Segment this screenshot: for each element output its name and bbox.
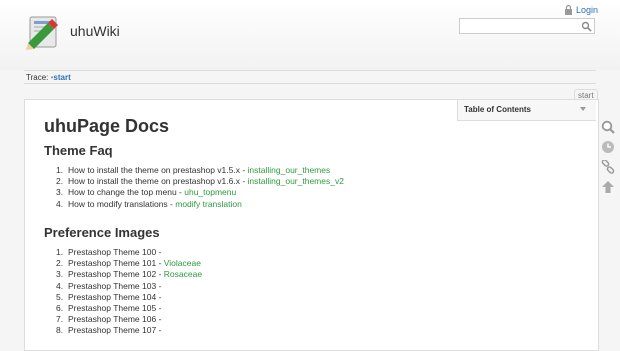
header-divider: [24, 70, 596, 71]
list-item: 2. How to install the theme on prestashop…: [56, 176, 344, 187]
list-item: 7. Prestashop Theme 106 -: [56, 314, 162, 325]
breadcrumb-link-start[interactable]: start: [53, 73, 70, 82]
page-title: uhuPage Docs: [44, 116, 170, 136]
list-item: 4. Prestashop Theme 103 -: [56, 280, 162, 291]
list-item: 1. Prestashop Theme 100 -: [56, 247, 162, 257]
link-installing-our-themes-v2[interactable]: installing_our_themes_v2: [248, 176, 344, 186]
section-heading-preference-images: Preference Images: [44, 225, 160, 240]
list-item: 1. How to install the theme on prestashop…: [56, 165, 331, 175]
list-item: 5. Prestashop Theme 104 -: [56, 291, 162, 302]
list-item: 3. How to change the top menu - uhu_topme…: [56, 187, 237, 198]
login-label: Login: [576, 5, 599, 15]
backlinks-icon[interactable]: [601, 160, 615, 174]
wiki-logo-icon[interactable]: [24, 13, 62, 51]
toc-toggle-icon[interactable]: [580, 107, 586, 111]
list-item: 2. Prestashop Theme 101 - Violaceae: [56, 258, 201, 269]
list-item: 4. How to modify translations - modify tr…: [56, 198, 242, 209]
search-input[interactable]: [460, 22, 584, 36]
back-to-top-icon[interactable]: [601, 180, 615, 194]
theme-faq-list: 1. How to install the theme on prestashop…: [56, 165, 344, 210]
breadcrumb-divider: [24, 83, 596, 84]
revisions-icon[interactable]: [601, 140, 615, 154]
link-violaceae[interactable]: Violaceae: [164, 258, 201, 268]
table-of-contents[interactable]: Table of Contents: [457, 100, 596, 121]
wiki-title[interactable]: uhuWiki: [70, 23, 120, 39]
lock-icon: [565, 5, 572, 15]
toc-title: Table of Contents: [464, 105, 531, 114]
link-rosaceae[interactable]: Rosaceae: [164, 269, 202, 279]
search-box: [459, 18, 595, 36]
page-tools: [601, 120, 615, 200]
breadcrumb-label: Trace:: [26, 73, 49, 82]
preference-images-list: 1. Prestashop Theme 100 - 2. Prestashop Th…: [56, 247, 202, 337]
login-link[interactable]: Login: [564, 5, 598, 15]
link-installing-our-themes[interactable]: installing_our_themes: [248, 165, 331, 175]
list-item: 3. Prestashop Theme 102 - Rosaceae: [56, 269, 203, 280]
breadcrumb: Trace: •start: [26, 73, 71, 82]
section-heading-theme-faq: Theme Faq: [44, 143, 113, 158]
list-item: 8. Prestashop Theme 107 -: [56, 325, 162, 336]
list-item: 6. Prestashop Theme 105 -: [56, 302, 162, 313]
search-button-icon[interactable]: [581, 21, 592, 32]
search-icon[interactable]: [601, 120, 615, 134]
link-modify-translation[interactable]: modify translation: [175, 199, 242, 209]
link-uhu-topmenu[interactable]: uhu_topmenu: [184, 187, 236, 197]
